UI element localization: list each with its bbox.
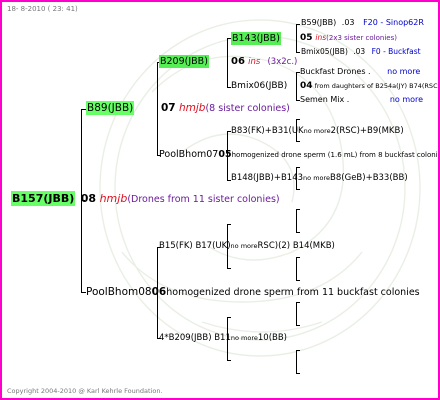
q3-right-bot[interactable]: Bmix05(JBB) .03 F0 - Buckfast — [301, 48, 421, 56]
pedigree-frame: 18- 8-2010 ( 23: 41) B157(JBB) 08 hmjb(D… — [0, 0, 440, 400]
mix06-r3-text: Semen Mix . — [300, 95, 350, 104]
connector-line — [227, 360, 231, 361]
p07-r2-a: B148(JBB)+B143 — [231, 173, 304, 183]
connector-line — [296, 189, 300, 190]
p07-r1-b: no more — [303, 127, 331, 135]
q3-right-top[interactable]: B59(JBB) .03 F20 - Sinop62R — [301, 19, 424, 27]
mix06-node[interactable]: Bmix06(JBB) — [231, 82, 287, 91]
root-note: (Drones from 11 sister colonies) — [127, 194, 280, 205]
connector-line — [157, 62, 158, 156]
p08-r2-c: 10(BB) — [257, 333, 287, 343]
q3-note: (2x3 sister colonies) — [326, 34, 397, 42]
drone-r1-b: no more — [230, 242, 258, 250]
drone-r1-a: B15(FK) B17(UK) — [159, 241, 231, 251]
connector-line — [296, 119, 300, 120]
queen-info: 07 hmjb(8 sister colonies) — [161, 103, 290, 114]
p08-r2-b: no more — [230, 334, 258, 342]
connector-line — [296, 24, 297, 53]
poolbhom08-node[interactable]: PoolBhom0806homogenized drone sperm from… — [86, 287, 420, 298]
pb07-text: homogenized drone sperm (1.6 mL) from 8 … — [231, 151, 440, 159]
queen-breeder: hmjb — [178, 102, 206, 114]
mix06-r2-text: from daughters of B254a(JY) B74(RSC) B70… — [314, 82, 440, 90]
q3-rt-line: F20 - Sinop62R — [363, 18, 424, 27]
q2-note: (3x2c.) — [267, 57, 298, 67]
connector-line — [296, 302, 297, 326]
pb08-gen: 06 — [151, 286, 167, 298]
queen-gen: 07 — [161, 102, 176, 114]
p07-r2-b: no more — [303, 174, 331, 182]
connector-line — [227, 268, 231, 269]
connector-line — [296, 373, 300, 374]
pb07-gen: 05 — [218, 149, 232, 160]
connector-line — [296, 280, 300, 281]
p07-r2-c: B8(GeB)+B33(BB) — [330, 173, 408, 183]
q3-rb-line: F0 - Buckfast — [371, 47, 421, 56]
drone-r1-c: RSC)(2) B14(MKB) — [257, 241, 335, 251]
connector-line — [296, 302, 300, 303]
queen-note: (8 sister colonies) — [205, 103, 290, 114]
p07-r1-a: B83(FK)+B31(UK — [231, 126, 304, 136]
p07-row2: B148(JBB)+B143no moreB8(GeB)+B33(BB) — [231, 174, 408, 183]
connector-line — [296, 52, 300, 53]
p07-r1-c: 2(RSC)+B9(MKB) — [330, 126, 404, 136]
connector-line — [296, 209, 300, 210]
mix06-r2-gen: 04 — [300, 81, 313, 91]
q2-breeder: ins — [248, 57, 261, 67]
p08-r2-a: 4*B209(JBB) B11 — [159, 333, 231, 343]
connector-line — [227, 224, 231, 225]
mix06-row2: 04 from daughters of B254a(JY) B74(RSC) … — [300, 81, 440, 91]
q2-node[interactable]: B209(JBB) — [159, 55, 209, 68]
q3-rb-year: .03 — [353, 47, 366, 56]
root-breeder: hmjb — [99, 192, 128, 205]
connector-line — [296, 257, 297, 281]
pb08-label[interactable]: PoolBhom08 — [86, 286, 152, 298]
connector-line — [296, 72, 297, 101]
mix06-r3-more: no more — [389, 95, 424, 104]
q3-rb-id[interactable]: Bmix05(JBB) — [301, 47, 348, 56]
queen-id[interactable]: B89(JBB) — [86, 101, 135, 115]
q3-info: 05 ins(2x3 sister colonies) — [300, 34, 397, 43]
q3-id[interactable]: B143(JBB) — [231, 32, 281, 45]
poolbhom07-node[interactable]: PoolBhom0705homogenized drone sperm (1.6… — [159, 149, 440, 160]
connector-line — [227, 317, 231, 318]
queen-node[interactable]: B89(JBB) — [86, 101, 135, 115]
mix06-row1: Buckfast Drones . no more — [300, 68, 420, 76]
q3-node[interactable]: B143(JBB) — [231, 32, 281, 45]
drone-row1: B15(FK) B17(UK)no moreRSC)(2) B14(MKB) — [159, 242, 335, 251]
q2-gen: 06 — [231, 56, 245, 67]
q3-rt-year: .03 — [341, 18, 355, 27]
connector-line — [296, 209, 297, 233]
p07-row1: B83(FK)+B31(UKno more2(RSC)+B9(MKB) — [231, 127, 404, 136]
q2-id[interactable]: B209(JBB) — [159, 55, 209, 68]
connector-line — [227, 38, 228, 88]
q3-breeder: ins — [315, 33, 327, 42]
connector-line — [296, 24, 300, 25]
connector-line — [296, 350, 300, 351]
mix06-r1-more: no more — [387, 67, 421, 76]
pb07-label[interactable]: PoolBhom07 — [159, 149, 218, 160]
q3-rt-id[interactable]: B59(JBB) — [301, 18, 336, 27]
p08-row2: 4*B209(JBB) B11no more10(BB) — [159, 334, 287, 343]
root-gen: 08 — [80, 192, 97, 205]
connector-line — [296, 141, 300, 142]
root-node[interactable]: B157(JBB) 08 hmjb(Drones from 11 sister … — [11, 191, 280, 206]
q3-gen: 05 — [300, 33, 313, 43]
mix06-r1-text: Buckfast Drones . — [300, 67, 371, 76]
connector-line — [296, 167, 300, 168]
connector-line — [296, 232, 300, 233]
connector-line — [296, 257, 300, 258]
mix06-row3: Semen Mix . no more — [300, 96, 423, 104]
q2-info: 06 ins (3x2c.) — [231, 57, 297, 67]
connector-line — [296, 325, 300, 326]
footer-copyright: Copyright 2004-2010 @ Karl Kehrle Founda… — [7, 387, 163, 395]
root-id[interactable]: B157(JBB) — [11, 191, 76, 206]
connector-line — [296, 350, 297, 374]
header-date: 18- 8-2010 ( 23: 41) — [7, 5, 78, 13]
pb08-text: homogenized drone sperm from 11 buckfast… — [166, 287, 420, 298]
